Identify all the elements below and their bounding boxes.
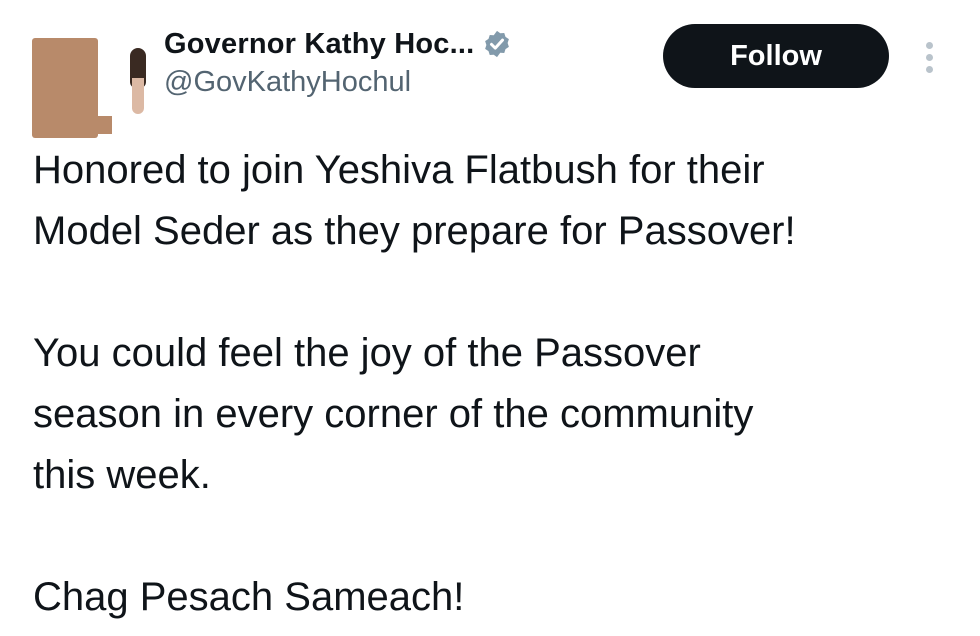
avatar[interactable] — [32, 38, 146, 142]
author-handle[interactable]: @GovKathyHochul — [164, 66, 411, 99]
author-name-row: Governor Kathy Hoc... — [164, 24, 512, 64]
more-vertical-icon[interactable] — [918, 38, 942, 78]
tweet-text-line: this week. — [33, 453, 211, 497]
tweet-text-line: season in every corner of the community — [33, 392, 754, 436]
tweet-text-line: Honored to join Yeshiva Flatbush for the… — [33, 148, 765, 192]
tweet-text-line: Chag Pesach Sameach! — [33, 575, 465, 619]
verified-badge-icon — [482, 29, 512, 59]
tweet-text-line: You could feel the joy of the Passover — [33, 331, 701, 375]
follow-button[interactable]: Follow — [663, 24, 889, 88]
tweet-card: Governor Kathy Hoc... @GovKathyHochul Fo… — [0, 0, 980, 636]
tweet-text: Honored to join Yeshiva Flatbush for the… — [33, 140, 953, 628]
author-display-name[interactable]: Governor Kathy Hoc... — [164, 28, 474, 61]
tweet-text-line: Model Seder as they prepare for Passover… — [33, 209, 796, 253]
